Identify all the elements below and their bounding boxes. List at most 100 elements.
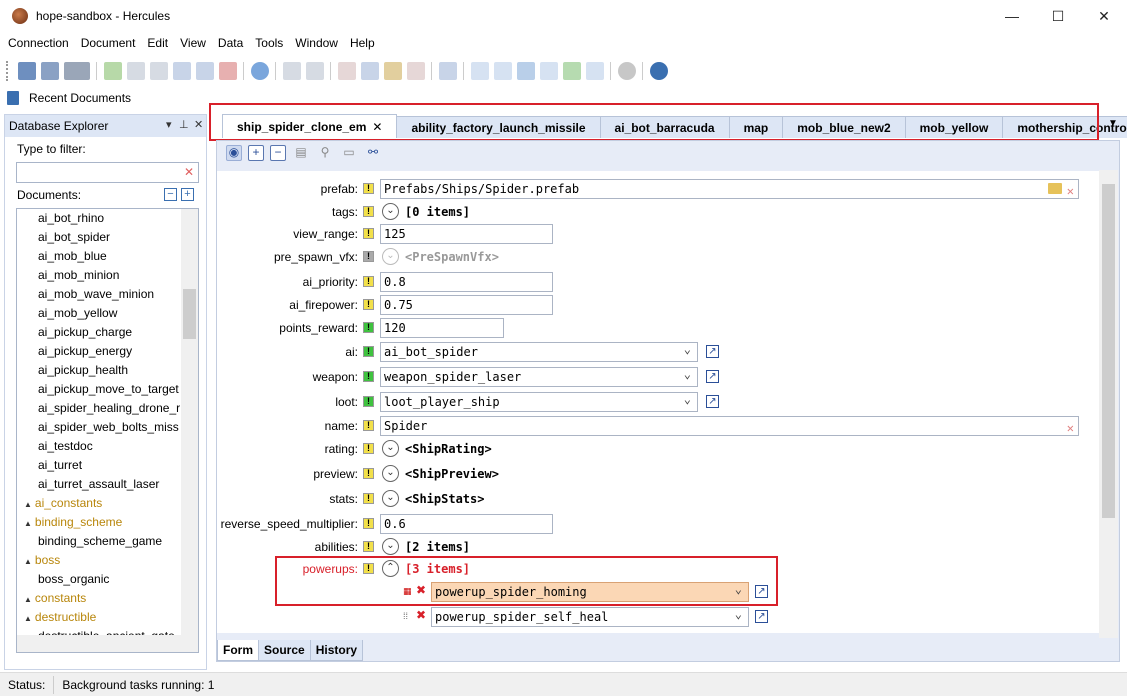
tree-document[interactable]: ai_turret [17,456,198,475]
drag-handle-icon[interactable]: ⁞⁞ [403,612,412,621]
close-button[interactable]: ✕ [1081,0,1127,32]
tab-close-icon[interactable]: ✕ [372,120,382,134]
menu-document[interactable]: Document [75,36,142,50]
attach-icon[interactable]: ⚲ [317,145,333,161]
tab-ship-spider-clone-em[interactable]: ship_spider_clone_em ✕ [222,114,398,138]
override-marker-icon[interactable]: ! [363,468,374,479]
maximize-button[interactable]: ☐ [1035,0,1081,32]
tree-document[interactable]: ai_mob_yellow [17,304,198,323]
powerup-item-select[interactable]: powerup_spider_self_heal [431,607,749,627]
expand-triangle-icon[interactable]: ▲ [24,519,32,528]
override-marker-icon[interactable]: ! [363,518,374,529]
view-range-input[interactable]: 125 [380,224,553,244]
tab-mob-yellow[interactable]: mob_yellow [904,116,1004,138]
menu-tools[interactable]: Tools [249,36,289,50]
expand-triangle-icon[interactable]: ▲ [24,557,32,566]
override-marker-icon[interactable]: ! [363,396,374,407]
override-marker-icon[interactable]: ! [363,276,374,287]
collapse-all-icon[interactable]: − [164,188,177,201]
save-icon[interactable] [126,62,145,80]
override-marker-icon[interactable]: ! [363,420,374,431]
tree-folder[interactable]: ▲ constants [17,589,198,608]
tree-document[interactable]: ai_pickup_health [17,361,198,380]
menu-connection[interactable]: Connection [2,36,75,50]
refresh-icon[interactable] [250,62,269,80]
menu-window[interactable]: Window [289,36,344,50]
ai-select[interactable]: ai_bot_spider [380,342,698,362]
tab-ai-bot-barracuda[interactable]: ai_bot_barracuda [599,116,730,138]
compare-icon[interactable] [470,62,489,80]
menu-data[interactable]: Data [212,36,249,50]
menu-edit[interactable]: Edit [141,36,174,50]
script-icon[interactable] [539,62,558,80]
save-all-icon[interactable] [149,62,168,80]
tree-folder[interactable]: ▲ destructible [17,608,198,627]
window-icon[interactable] [585,62,604,80]
find-icon[interactable] [438,62,457,80]
copy-icon[interactable] [360,62,379,80]
expand-chevron-icon[interactable]: ⌄ [382,203,399,220]
override-marker-icon[interactable]: ! [363,563,374,574]
tree-folder[interactable]: ▲ ai_constants [17,494,198,513]
collapse-chevron-icon[interactable]: ⌃ [382,560,399,577]
delete-icon[interactable] [406,62,425,80]
expand-chevron-icon[interactable]: ⌄ [382,440,399,457]
override-marker-icon[interactable]: ! [363,183,374,194]
folder-icon[interactable] [1048,183,1062,194]
view-eye-icon[interactable]: ◉ [226,145,242,161]
loot-select[interactable]: loot_player_ship [380,392,698,412]
override-marker-icon[interactable]: ! [363,493,374,504]
recent-documents-label[interactable]: Recent Documents [29,91,131,105]
tree-document[interactable]: ai_pickup_charge [17,323,198,342]
tree-document[interactable]: ai_testdoc [17,437,198,456]
override-marker-icon[interactable]: ! [363,346,374,357]
override-marker-icon[interactable]: ! [363,251,374,262]
expand-chevron-icon[interactable]: ⌄ [382,465,399,482]
connections-icon[interactable] [40,62,59,80]
tab-map[interactable]: map [728,116,784,138]
link-icon[interactable]: ⚯ [365,145,381,161]
filter-input[interactable]: ✕ [16,162,199,183]
override-marker-icon[interactable]: ! [363,299,374,310]
form-vertical-scrollbar[interactable] [1099,170,1118,638]
tree-folder[interactable]: ▲ binding_scheme [17,513,198,532]
tab-list-menu-icon[interactable]: ▼ [1108,118,1118,129]
undo-icon[interactable] [282,62,301,80]
weapon-select[interactable]: weapon_spider_laser [380,367,698,387]
open-reference-icon[interactable]: ↗ [755,585,768,598]
expand-triangle-icon[interactable]: ▲ [24,500,32,509]
history-icon[interactable] [562,62,581,80]
tab-ability-factory-launch-missile[interactable]: ability_factory_launch_missile [396,116,601,138]
open-reference-icon[interactable]: ↗ [706,395,719,408]
expand-all-button[interactable]: + [248,145,264,161]
export-icon[interactable] [172,62,191,80]
override-marker-icon[interactable]: ! [363,206,374,217]
tab-source[interactable]: Source [258,640,311,661]
delete-document-icon[interactable] [218,62,237,80]
tree-document[interactable]: ai_turret_assault_laser [17,475,198,494]
tree-document[interactable]: ai_mob_minion [17,266,198,285]
tree-document[interactable]: ai_spider_web_bolts_miss [17,418,198,437]
remove-item-icon[interactable]: ✖ [416,608,426,622]
name-input[interactable]: Spider ✕ [380,416,1079,436]
override-marker-icon[interactable]: ! [363,541,374,552]
open-reference-icon[interactable]: ↗ [755,610,768,623]
clear-filter-icon[interactable]: ✕ [184,165,194,179]
menu-view[interactable]: View [174,36,212,50]
tree-document[interactable]: ai_bot_spider [17,228,198,247]
help-icon[interactable] [649,62,668,80]
override-marker-icon[interactable]: ! [363,322,374,333]
tree-document[interactable]: ai_pickup_energy [17,342,198,361]
pin-icon[interactable]: ⊥ [179,118,189,131]
override-marker-icon[interactable]: ! [363,443,374,454]
panel-menu-icon[interactable]: ▾ [166,118,172,131]
new-document-icon[interactable] [103,62,122,80]
expand-triangle-icon[interactable]: ▲ [24,595,32,604]
expand-all-icon[interactable]: + [181,188,194,201]
expand-chevron-icon[interactable]: ⌄ [382,538,399,555]
preview-icon[interactable] [493,62,512,80]
settings-gear-icon[interactable] [617,62,636,80]
override-marker-icon[interactable]: ! [363,371,374,382]
tree-vertical-scrollbar[interactable] [181,209,198,652]
override-marker-icon[interactable]: ! [363,228,374,239]
